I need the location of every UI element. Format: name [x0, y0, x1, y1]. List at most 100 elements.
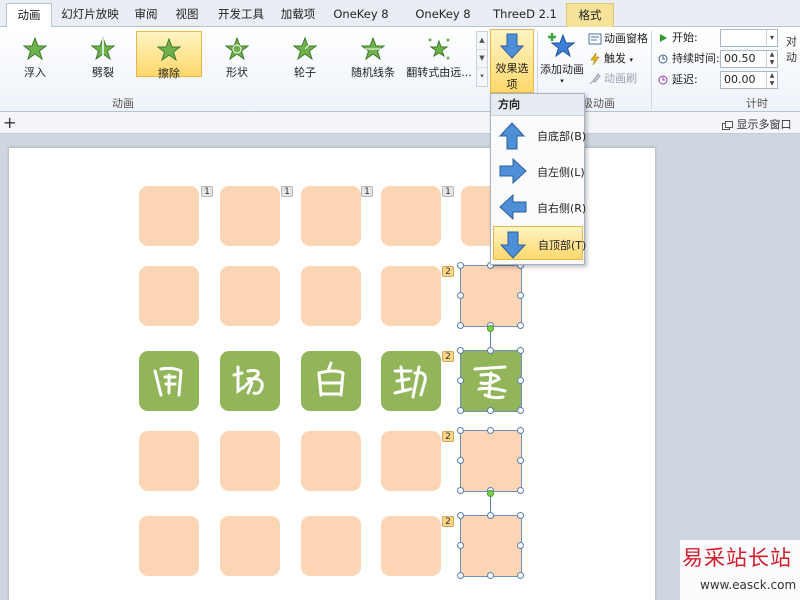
selected-calligraphy-tile[interactable] — [460, 350, 522, 412]
resize-handle[interactable] — [517, 407, 524, 414]
effect-options-button[interactable]: 效果选项 ▾ — [490, 29, 534, 100]
resize-handle[interactable] — [457, 487, 464, 494]
tab-view[interactable]: 视图 — [170, 3, 204, 27]
resize-handle[interactable] — [487, 512, 494, 519]
tab-review[interactable]: 审阅 — [130, 3, 162, 27]
show-multi-window-button[interactable]: 显示多窗口 — [722, 116, 792, 132]
reorder-animation-label: 对动 — [786, 35, 797, 64]
tab-addins[interactable]: 加载项 — [276, 3, 320, 27]
rotation-handle[interactable] — [487, 325, 494, 332]
resize-handle[interactable] — [517, 292, 524, 299]
animation-pane-button[interactable]: 动画窗格 — [588, 30, 648, 48]
animation-wheel[interactable]: 轮子 — [272, 31, 338, 79]
tile[interactable] — [139, 516, 199, 576]
more-icon[interactable]: ▾ — [477, 68, 487, 86]
calligraphy-tile[interactable] — [381, 351, 441, 411]
resize-handle[interactable] — [517, 512, 524, 519]
tile[interactable] — [381, 266, 441, 326]
delay-input[interactable]: 00.00 ▲ ▼ — [720, 71, 778, 89]
tile[interactable] — [139, 186, 199, 246]
resize-handle[interactable] — [517, 347, 524, 354]
tab-onekey8[interactable]: OneKey 8 — [330, 3, 392, 27]
resize-handle[interactable] — [487, 407, 494, 414]
animation-wipe[interactable]: 擦除 — [136, 31, 202, 80]
tab-threed[interactable]: ThreeD 2.1 — [492, 3, 558, 27]
resize-handle[interactable] — [517, 487, 524, 494]
selected-tile[interactable] — [460, 430, 522, 492]
resize-handle[interactable] — [517, 457, 524, 464]
animation-flip[interactable]: 翻转式由远... — [406, 31, 472, 79]
direction-from-top[interactable]: 自顶部(T) — [493, 226, 586, 260]
tile[interactable] — [381, 186, 441, 246]
clock-icon — [658, 54, 668, 64]
resize-handle[interactable] — [517, 542, 524, 549]
lightning-icon — [590, 52, 600, 66]
tab-developer[interactable]: 开发工具 — [214, 3, 268, 27]
resize-handle[interactable] — [457, 542, 464, 549]
spinner-icon[interactable]: ▲ ▼ — [766, 72, 777, 88]
tab-format[interactable]: 格式 — [566, 3, 614, 27]
resize-handle[interactable] — [517, 572, 524, 579]
tile[interactable] — [139, 266, 199, 326]
resize-handle[interactable] — [457, 427, 464, 434]
tile[interactable] — [301, 266, 361, 326]
tile[interactable] — [381, 431, 441, 491]
chevron-down-icon[interactable]: ▾ — [766, 30, 777, 46]
chevron-up-icon[interactable]: ▲ — [477, 32, 487, 50]
calligraphy-tile[interactable] — [220, 351, 280, 411]
gallery-item-label: 形状 — [226, 66, 248, 79]
selected-tile[interactable] — [460, 515, 522, 577]
resize-handle[interactable] — [487, 427, 494, 434]
calligraphy-tile[interactable] — [301, 351, 361, 411]
plus-icon[interactable]: + — [3, 113, 16, 132]
direction-from-bottom[interactable]: 自底部(B) — [493, 118, 586, 152]
spinner-icon[interactable]: ▲ ▼ — [766, 51, 777, 67]
tab-animations[interactable]: 动画 — [6, 3, 52, 28]
tile[interactable] — [139, 431, 199, 491]
tile[interactable] — [220, 186, 280, 246]
resize-handle[interactable] — [457, 377, 464, 384]
add-animation-button[interactable]: 添加动画 ▾ — [540, 29, 584, 95]
tile[interactable] — [220, 431, 280, 491]
chevron-down-icon[interactable]: ▼ — [477, 50, 487, 68]
resize-handle[interactable] — [517, 427, 524, 434]
direction-from-right[interactable]: 自右侧(R) — [493, 190, 586, 224]
resize-handle[interactable] — [457, 572, 464, 579]
resize-handle[interactable] — [457, 407, 464, 414]
tile[interactable] — [301, 431, 361, 491]
resize-handle[interactable] — [487, 572, 494, 579]
resize-handle[interactable] — [457, 292, 464, 299]
resize-handle[interactable] — [487, 347, 494, 354]
resize-handle[interactable] — [457, 457, 464, 464]
gallery-scrollbar[interactable]: ▲ ▼ ▾ — [476, 31, 488, 87]
start-select[interactable]: ▾ — [720, 29, 778, 47]
delay-label: 延迟: — [672, 73, 698, 86]
resize-handle[interactable] — [517, 377, 524, 384]
animation-shape[interactable]: 形状 — [204, 31, 270, 79]
resize-handle[interactable] — [457, 262, 464, 269]
animation-random-bars[interactable]: 随机线条 — [340, 31, 406, 79]
resize-handle[interactable] — [517, 322, 524, 329]
resize-handle[interactable] — [457, 322, 464, 329]
tile[interactable] — [301, 516, 361, 576]
rotation-handle[interactable] — [487, 490, 494, 497]
resize-handle[interactable] — [457, 512, 464, 519]
animation-float-in[interactable]: 浮入 — [2, 31, 68, 79]
animation-painter-button[interactable]: 动画刷 — [588, 70, 637, 88]
animation-split[interactable]: 劈裂 — [70, 31, 136, 79]
tile[interactable] — [220, 266, 280, 326]
tab-slideshow[interactable]: 幻灯片放映 — [58, 3, 122, 27]
calligraphy-tile[interactable] — [139, 351, 199, 411]
resize-handle[interactable] — [457, 347, 464, 354]
tab-onekey8-plus[interactable]: OneKey 8 Plus — [402, 3, 484, 43]
selected-tile[interactable] — [460, 265, 522, 327]
direction-from-left[interactable]: 自左侧(L) — [493, 154, 585, 188]
tile[interactable] — [220, 516, 280, 576]
tile[interactable] — [301, 186, 361, 246]
tile[interactable] — [381, 516, 441, 576]
duration-value: 00.50 — [724, 52, 756, 65]
gallery-item-label: 浮入 — [24, 66, 46, 79]
duration-input[interactable]: 00.50 ▲ ▼ — [720, 50, 778, 68]
trigger-button[interactable]: 触发 ▾ — [588, 50, 633, 68]
add-animation-star-icon — [548, 33, 576, 58]
